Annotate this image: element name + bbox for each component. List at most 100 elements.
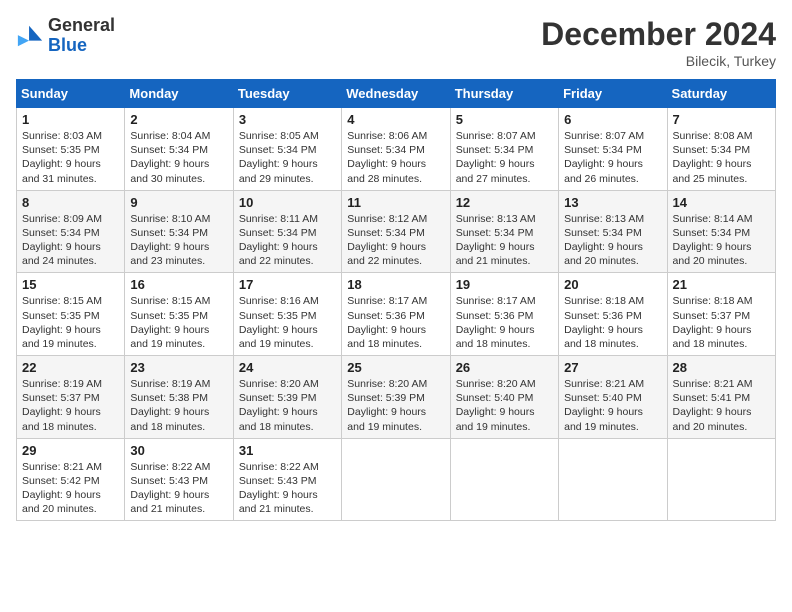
calendar-cell [450, 438, 558, 521]
calendar-cell: 8Sunrise: 8:09 AM Sunset: 5:34 PM Daylig… [17, 190, 125, 273]
day-number: 5 [456, 112, 553, 127]
calendar-cell: 17 Sunrise: 8:16 AM Sunset: 5:35 PM Dayli… [233, 273, 341, 356]
day-number: 15 [22, 277, 119, 292]
day-detail: Sunrise: 8:12 AM Sunset: 5:34 PM Dayligh… [347, 212, 444, 269]
day-number: 21 [673, 277, 770, 292]
column-header-saturday: Saturday [667, 80, 775, 108]
calendar-cell: 5Sunrise: 8:07 AM Sunset: 5:34 PM Daylig… [450, 108, 558, 191]
day-number: 2 [130, 112, 227, 127]
calendar-cell [559, 438, 667, 521]
logo-general: General [48, 15, 115, 35]
day-detail: Sunrise: 8:08 AM Sunset: 5:34 PM Dayligh… [673, 129, 770, 186]
day-number: 13 [564, 195, 661, 210]
calendar-cell: 7Sunrise: 8:08 AM Sunset: 5:34 PM Daylig… [667, 108, 775, 191]
day-number: 10 [239, 195, 336, 210]
day-number: 3 [239, 112, 336, 127]
calendar-week-row: 29Sunrise: 8:21 AM Sunset: 5:42 PM Dayli… [17, 438, 776, 521]
calendar-cell: 4 Sunrise: 8:06 AM Sunset: 5:34 PM Daylig… [342, 108, 450, 191]
calendar-cell: 21 Sunrise: 8:18 AM Sunset: 5:37 PM Dayli… [667, 273, 775, 356]
calendar-cell: 24 Sunrise: 8:20 AM Sunset: 5:39 PM Dayli… [233, 356, 341, 439]
day-detail: Sunrise: 8:20 AM Sunset: 5:39 PM Dayligh… [239, 377, 336, 434]
calendar-cell [667, 438, 775, 521]
day-number: 4 [347, 112, 444, 127]
calendar-cell [342, 438, 450, 521]
page-header: General Blue December 2024 Bilecik, Turk… [16, 16, 776, 69]
column-header-monday: Monday [125, 80, 233, 108]
day-detail: Sunrise: 8:06 AM Sunset: 5:34 PM Dayligh… [347, 129, 444, 186]
column-header-wednesday: Wednesday [342, 80, 450, 108]
day-detail: Sunrise: 8:18 AM Sunset: 5:36 PM Dayligh… [564, 294, 661, 351]
calendar-cell: 23 Sunrise: 8:19 AM Sunset: 5:38 PM Dayli… [125, 356, 233, 439]
calendar-cell: 16Sunrise: 8:15 AM Sunset: 5:35 PM Dayli… [125, 273, 233, 356]
title-block: December 2024 Bilecik, Turkey [541, 16, 776, 69]
calendar-week-row: 1Sunrise: 8:03 AM Sunset: 5:35 PM Daylig… [17, 108, 776, 191]
day-detail: Sunrise: 8:18 AM Sunset: 5:37 PM Dayligh… [673, 294, 770, 351]
calendar-cell: 2 Sunrise: 8:04 AM Sunset: 5:34 PM Daylig… [125, 108, 233, 191]
calendar-cell: 30Sunrise: 8:22 AM Sunset: 5:43 PM Dayli… [125, 438, 233, 521]
day-number: 18 [347, 277, 444, 292]
calendar-table: SundayMondayTuesdayWednesdayThursdayFrid… [16, 79, 776, 521]
calendar-cell: 27 Sunrise: 8:21 AM Sunset: 5:40 PM Dayli… [559, 356, 667, 439]
logo-blue: Blue [48, 35, 87, 55]
day-number: 27 [564, 360, 661, 375]
day-detail: Sunrise: 8:10 AM Sunset: 5:34 PM Dayligh… [130, 212, 227, 269]
calendar-cell: 22Sunrise: 8:19 AM Sunset: 5:37 PM Dayli… [17, 356, 125, 439]
day-number: 28 [673, 360, 770, 375]
calendar-cell: 9 Sunrise: 8:10 AM Sunset: 5:34 PM Daylig… [125, 190, 233, 273]
day-detail: Sunrise: 8:21 AM Sunset: 5:40 PM Dayligh… [564, 377, 661, 434]
day-detail: Sunrise: 8:20 AM Sunset: 5:39 PM Dayligh… [347, 377, 444, 434]
day-detail: Sunrise: 8:07 AM Sunset: 5:34 PM Dayligh… [564, 129, 661, 186]
day-number: 17 [239, 277, 336, 292]
calendar-cell: 3 Sunrise: 8:05 AM Sunset: 5:34 PM Daylig… [233, 108, 341, 191]
calendar-cell: 11 Sunrise: 8:12 AM Sunset: 5:34 PM Dayli… [342, 190, 450, 273]
column-header-friday: Friday [559, 80, 667, 108]
calendar-cell: 26 Sunrise: 8:20 AM Sunset: 5:40 PM Dayli… [450, 356, 558, 439]
calendar-cell: 28 Sunrise: 8:21 AM Sunset: 5:41 PM Dayli… [667, 356, 775, 439]
location-subtitle: Bilecik, Turkey [541, 53, 776, 69]
logo: General Blue [16, 16, 115, 56]
day-detail: Sunrise: 8:16 AM Sunset: 5:35 PM Dayligh… [239, 294, 336, 351]
day-detail: Sunrise: 8:13 AM Sunset: 5:34 PM Dayligh… [456, 212, 553, 269]
calendar-cell: 18 Sunrise: 8:17 AM Sunset: 5:36 PM Dayli… [342, 273, 450, 356]
day-detail: Sunrise: 8:19 AM Sunset: 5:38 PM Dayligh… [130, 377, 227, 434]
calendar-cell: 15Sunrise: 8:15 AM Sunset: 5:35 PM Dayli… [17, 273, 125, 356]
calendar-cell: 14Sunrise: 8:14 AM Sunset: 5:34 PM Dayli… [667, 190, 775, 273]
day-detail: Sunrise: 8:13 AM Sunset: 5:34 PM Dayligh… [564, 212, 661, 269]
column-header-thursday: Thursday [450, 80, 558, 108]
day-number: 23 [130, 360, 227, 375]
calendar-cell: 12Sunrise: 8:13 AM Sunset: 5:34 PM Dayli… [450, 190, 558, 273]
calendar-cell: 13 Sunrise: 8:13 AM Sunset: 5:34 PM Dayli… [559, 190, 667, 273]
day-detail: Sunrise: 8:22 AM Sunset: 5:43 PM Dayligh… [239, 460, 336, 517]
day-number: 11 [347, 195, 444, 210]
column-header-tuesday: Tuesday [233, 80, 341, 108]
day-number: 26 [456, 360, 553, 375]
day-number: 29 [22, 443, 119, 458]
day-detail: Sunrise: 8:21 AM Sunset: 5:41 PM Dayligh… [673, 377, 770, 434]
day-detail: Sunrise: 8:14 AM Sunset: 5:34 PM Dayligh… [673, 212, 770, 269]
day-detail: Sunrise: 8:03 AM Sunset: 5:35 PM Dayligh… [22, 129, 119, 186]
day-number: 31 [239, 443, 336, 458]
calendar-cell: 31 Sunrise: 8:22 AM Sunset: 5:43 PM Dayli… [233, 438, 341, 521]
day-detail: Sunrise: 8:20 AM Sunset: 5:40 PM Dayligh… [456, 377, 553, 434]
calendar-cell: 29Sunrise: 8:21 AM Sunset: 5:42 PM Dayli… [17, 438, 125, 521]
calendar-cell: 25 Sunrise: 8:20 AM Sunset: 5:39 PM Dayli… [342, 356, 450, 439]
calendar-header-row: SundayMondayTuesdayWednesdayThursdayFrid… [17, 80, 776, 108]
day-detail: Sunrise: 8:09 AM Sunset: 5:34 PM Dayligh… [22, 212, 119, 269]
day-number: 9 [130, 195, 227, 210]
day-detail: Sunrise: 8:15 AM Sunset: 5:35 PM Dayligh… [130, 294, 227, 351]
calendar-cell: 20 Sunrise: 8:18 AM Sunset: 5:36 PM Dayli… [559, 273, 667, 356]
calendar-cell: 10Sunrise: 8:11 AM Sunset: 5:34 PM Dayli… [233, 190, 341, 273]
logo-icon [16, 22, 44, 50]
day-detail: Sunrise: 8:04 AM Sunset: 5:34 PM Dayligh… [130, 129, 227, 186]
calendar-week-row: 8Sunrise: 8:09 AM Sunset: 5:34 PM Daylig… [17, 190, 776, 273]
calendar-week-row: 15 Sunrise: 8:15 AM Sunset: 5:35 PM Dayli… [17, 273, 776, 356]
day-number: 24 [239, 360, 336, 375]
day-number: 19 [456, 277, 553, 292]
calendar-cell: 6Sunrise: 8:07 AM Sunset: 5:34 PM Daylig… [559, 108, 667, 191]
day-number: 22 [22, 360, 119, 375]
day-detail: Sunrise: 8:17 AM Sunset: 5:36 PM Dayligh… [347, 294, 444, 351]
day-number: 30 [130, 443, 227, 458]
day-number: 25 [347, 360, 444, 375]
day-number: 20 [564, 277, 661, 292]
day-detail: Sunrise: 8:05 AM Sunset: 5:34 PM Dayligh… [239, 129, 336, 186]
